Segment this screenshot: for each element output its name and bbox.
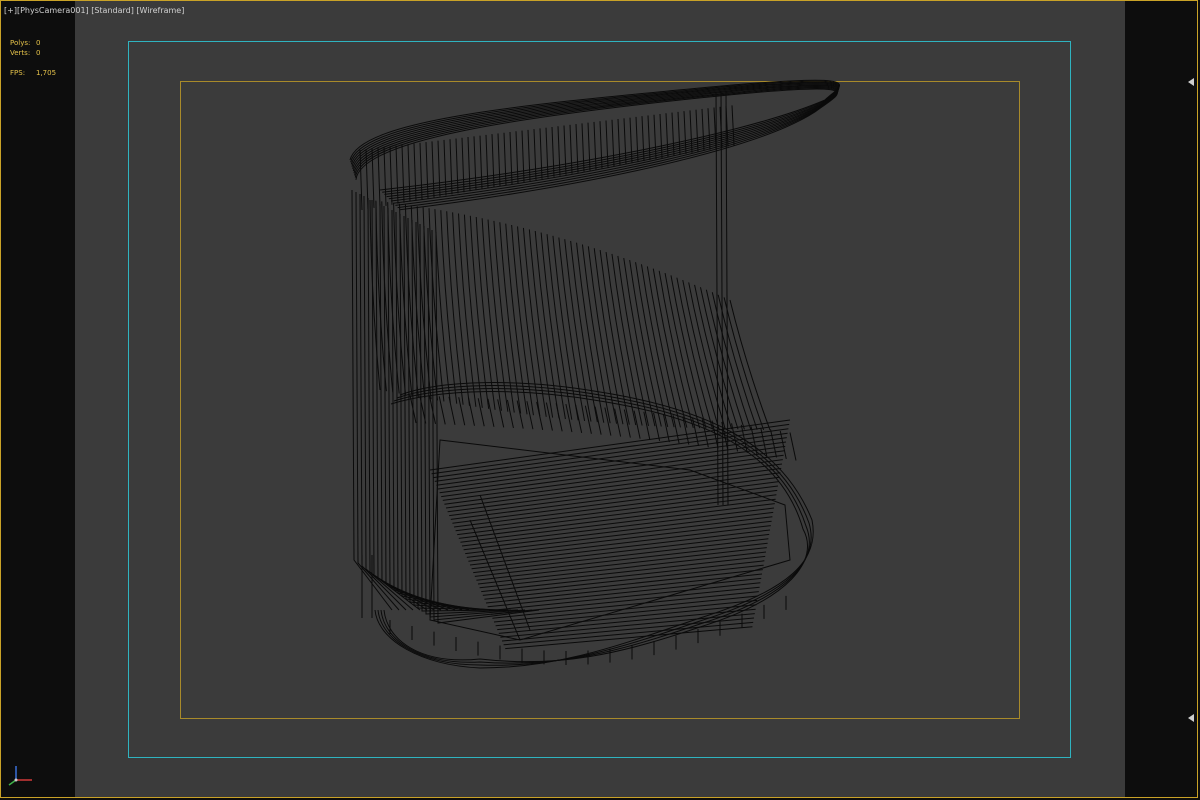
active-viewport-border	[0, 0, 1198, 798]
camera-viewport[interactable]: [+][PhysCamera001] [Standard] [Wireframe…	[0, 0, 1200, 800]
